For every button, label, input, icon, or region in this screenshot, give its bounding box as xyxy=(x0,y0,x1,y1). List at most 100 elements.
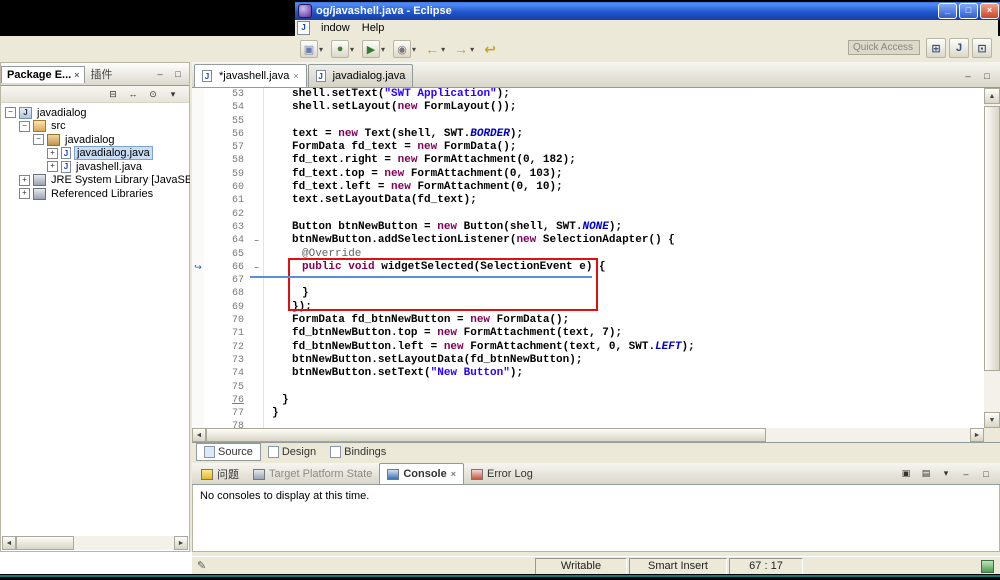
tree-item[interactable]: −src xyxy=(1,120,189,134)
expander-icon[interactable]: + xyxy=(47,148,58,159)
scroll-up-icon[interactable]: ▲ xyxy=(984,88,1000,104)
code-line[interactable]: 62 xyxy=(192,208,984,221)
code-line[interactable]: 76} xyxy=(192,394,984,407)
maximize-view-icon[interactable]: □ xyxy=(170,67,186,82)
code-line[interactable]: 72fd_btnNewButton.left = new FormAttachm… xyxy=(192,341,984,354)
fold-collapse-icon[interactable]: − xyxy=(250,234,264,247)
forward-button[interactable]: →▾ xyxy=(451,39,476,59)
code-line[interactable]: 54shell.setLayout(new FormLayout()); xyxy=(192,101,984,114)
editor-vscrollbar[interactable]: ▲ ▼ xyxy=(984,88,1000,428)
open-console-icon[interactable]: ▾ xyxy=(938,466,954,481)
editor-tab[interactable]: Jjavadialog.java xyxy=(308,64,414,87)
code-line[interactable]: 53shell.setText("SWT Application"); xyxy=(192,88,984,101)
code-line[interactable]: 65@Override xyxy=(192,248,984,261)
code-line[interactable]: 55 xyxy=(192,115,984,128)
view-tab-plugins[interactable]: 插件 xyxy=(85,64,117,84)
code-line[interactable]: 71fd_btnNewButton.top = new FormAttachme… xyxy=(192,327,984,340)
editor-tab[interactable]: J*javashell.java× xyxy=(194,64,307,87)
view-menu-icon[interactable]: ▾ xyxy=(165,87,181,102)
code-line[interactable]: 57FormData fd_text = new FormData(); xyxy=(192,141,984,154)
tree-item[interactable]: −javadialog xyxy=(1,133,189,147)
view-tab-console[interactable]: Console× xyxy=(379,463,464,484)
code-line[interactable]: 59fd_text.top = new FormAttachment(0, 10… xyxy=(192,168,984,181)
expander-icon[interactable]: − xyxy=(19,121,30,132)
dropdown-caret-icon[interactable]: ▾ xyxy=(319,45,323,54)
scroll-left-icon[interactable]: ◄ xyxy=(2,536,16,550)
scroll-left-icon[interactable]: ◄ xyxy=(192,428,206,442)
tree-item[interactable]: −Jjavadialog xyxy=(1,106,189,120)
code-line[interactable]: 68} xyxy=(192,287,984,300)
code-line[interactable]: 64−btnNewButton.addSelectionListener(new… xyxy=(192,234,984,247)
fold-collapse-icon[interactable]: − xyxy=(250,261,264,274)
new-wizard-button[interactable]: ▣▾ xyxy=(298,38,325,60)
code-line[interactable]: 67 xyxy=(192,274,984,287)
tab-bindings[interactable]: Bindings xyxy=(323,444,393,460)
minimize-view-icon[interactable]: – xyxy=(152,67,168,82)
open-perspective-icon[interactable]: ⊞ xyxy=(926,38,946,58)
code-line[interactable]: 60fd_text.left = new FormAttachment(0, 1… xyxy=(192,181,984,194)
code-line[interactable]: 77} xyxy=(192,407,984,420)
scroll-right-icon[interactable]: ► xyxy=(970,428,984,442)
tab-design[interactable]: Design xyxy=(261,444,323,460)
menu-item-indow[interactable]: indow xyxy=(315,21,356,35)
menu-item-help[interactable]: Help xyxy=(356,21,391,35)
close-icon[interactable]: × xyxy=(451,469,456,479)
dropdown-caret-icon[interactable]: ▾ xyxy=(412,45,416,54)
maximize-editor-icon[interactable]: □ xyxy=(979,68,995,83)
code-line[interactable]: 73btnNewButton.setLayoutData(fd_btnNewBu… xyxy=(192,354,984,367)
code-line[interactable]: 69}); xyxy=(192,301,984,314)
debug-perspective-icon[interactable]: ⊡ xyxy=(972,38,992,58)
close-button[interactable]: × xyxy=(980,3,999,19)
code-line[interactable]: 61text.setLayoutData(fd_text); xyxy=(192,194,984,207)
minimize-panel-icon[interactable]: – xyxy=(958,466,974,481)
scrollbar-thumb[interactable] xyxy=(206,428,766,442)
code-line[interactable]: 56text = new Text(shell, SWT.BORDER); xyxy=(192,128,984,141)
tab-source[interactable]: Source xyxy=(196,443,261,461)
code-lines[interactable]: 53shell.setText("SWT Application");54she… xyxy=(192,88,984,428)
view-tab-problems[interactable]: 问题 xyxy=(194,464,246,484)
code-line[interactable]: 70FormData fd_btnNewButton = new FormDat… xyxy=(192,314,984,327)
expander-icon[interactable]: − xyxy=(33,134,44,145)
explorer-hscrollbar[interactable]: ◄ ► xyxy=(2,536,188,550)
close-icon[interactable]: × xyxy=(293,71,298,81)
scroll-down-icon[interactable]: ▼ xyxy=(984,412,1000,428)
code-line[interactable]: 63Button btnNewButton = new Button(shell… xyxy=(192,221,984,234)
view-tab-target[interactable]: Target Platform State xyxy=(246,464,379,484)
code-line[interactable]: 75 xyxy=(192,381,984,394)
expander-icon[interactable]: + xyxy=(19,188,30,199)
tree-item[interactable]: +JRE System Library [JavaSE-1. xyxy=(1,174,189,188)
tree-item[interactable]: +Referenced Libraries xyxy=(1,187,189,201)
run-button[interactable]: ▶▾ xyxy=(360,38,387,60)
dropdown-caret-icon[interactable]: ▾ xyxy=(381,45,385,54)
scroll-right-icon[interactable]: ► xyxy=(174,536,188,550)
dropdown-caret-icon[interactable]: ▾ xyxy=(470,45,474,54)
view-tab-package-explorer[interactable]: Package E...× xyxy=(1,66,85,83)
view-tab-error-log[interactable]: Error Log xyxy=(464,464,540,484)
java-perspective-icon[interactable]: J xyxy=(949,38,969,58)
tree-item[interactable]: +Jjavashell.java xyxy=(1,160,189,174)
code-line[interactable]: 78 xyxy=(192,420,984,428)
tree-item[interactable]: +Jjavadialog.java xyxy=(1,147,189,161)
expander-icon[interactable]: − xyxy=(5,107,16,118)
last-edit-location-button[interactable]: ↩ xyxy=(480,39,500,59)
link-with-editor-icon[interactable]: ↔ xyxy=(125,87,141,102)
close-icon[interactable]: × xyxy=(74,70,79,80)
dropdown-caret-icon[interactable]: ▾ xyxy=(350,45,354,54)
debug-button[interactable]: ●▾ xyxy=(329,38,356,60)
code-line[interactable]: 74btnNewButton.setText("New Button"); xyxy=(192,367,984,380)
minimize-editor-icon[interactable]: – xyxy=(960,68,976,83)
maximize-panel-icon[interactable]: □ xyxy=(978,466,994,481)
code-line[interactable]: ↪66−public void widgetSelected(Selection… xyxy=(192,261,984,274)
expander-icon[interactable]: + xyxy=(47,161,58,172)
dropdown-caret-icon[interactable]: ▾ xyxy=(441,45,445,54)
scrollbar-thumb[interactable] xyxy=(16,536,74,550)
title-bar[interactable]: og/javashell.java - Eclipse _□× xyxy=(295,2,1000,20)
code-line[interactable]: 58fd_text.right = new FormAttachment(0, … xyxy=(192,154,984,167)
restore-button[interactable]: □ xyxy=(959,3,978,19)
focus-icon[interactable]: ⊙ xyxy=(145,87,161,102)
back-button[interactable]: ←▾ xyxy=(422,39,447,59)
pin-console-icon[interactable]: ▣ xyxy=(898,466,914,481)
editor-hscrollbar[interactable]: ◄ ► xyxy=(192,428,984,442)
collapse-all-icon[interactable]: ⊟ xyxy=(105,87,121,102)
minimize-button[interactable]: _ xyxy=(938,3,957,19)
